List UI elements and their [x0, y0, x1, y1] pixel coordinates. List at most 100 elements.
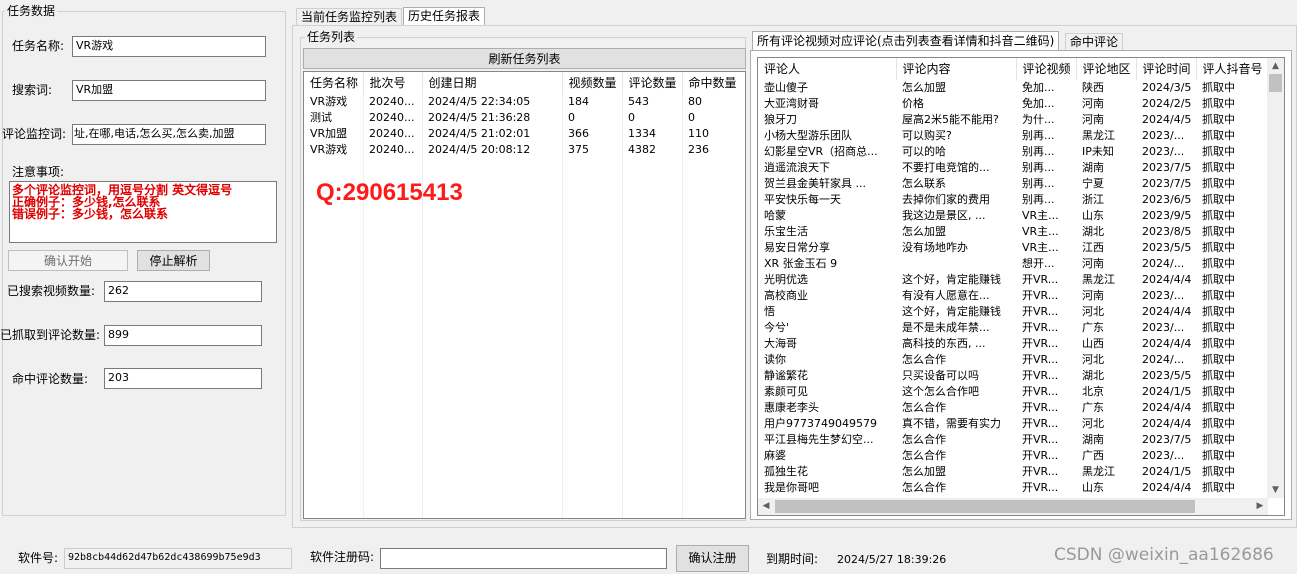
- table-row[interactable]: 高校商业 有没有人愿意在... 开VR... 河南 2023/... 抓取中: [758, 288, 1268, 304]
- fetched-comments-field[interactable]: 899: [104, 325, 262, 346]
- table-cell: 想开...: [1022, 257, 1055, 270]
- table-row[interactable]: 测试 20240... 2024/4/5 21:36:28 0 0 0: [304, 110, 745, 126]
- table-cell: 抓取中: [1202, 209, 1235, 222]
- column-header[interactable]: 评论人: [758, 58, 897, 80]
- comment-horizontal-scrollbar[interactable]: ◀ ▶: [758, 498, 1268, 515]
- scroll-down-icon[interactable]: ▼: [1267, 482, 1284, 498]
- task-list-grid: 任务名称 批次号 创建日期 视频数量 评论数量 命中数量 VR游戏 20240..…: [304, 72, 745, 158]
- table-row[interactable]: 光明优选 这个好，肯定能赚钱 开VR... 黑龙江 2024/4/4 抓取中: [758, 272, 1268, 288]
- table-cell: VR主...: [1022, 241, 1059, 254]
- table-cell: 我这边是景区, ...: [902, 209, 986, 222]
- table-cell: 110: [688, 127, 709, 140]
- hit-comments-field[interactable]: 203: [104, 368, 262, 389]
- tab-hit-comments[interactable]: 命中评论: [1065, 33, 1124, 51]
- column-header[interactable]: 命中数量: [682, 72, 745, 94]
- confirm-register-button[interactable]: 确认注册: [676, 545, 749, 572]
- comment-keywords-label: 评论监控词:: [2, 127, 67, 141]
- table-cell: 山东: [1082, 209, 1104, 222]
- task-list-table[interactable]: 任务名称 批次号 创建日期 视频数量 评论数量 命中数量 VR游戏 20240..…: [303, 71, 746, 519]
- column-header[interactable]: 评论地区: [1076, 58, 1137, 80]
- column-header[interactable]: 评论数量: [622, 72, 683, 94]
- table-row[interactable]: 今兮' 是不是未成年禁... 开VR... 广东 2023/... 抓取中: [758, 320, 1268, 336]
- table-cell: 20240...: [369, 143, 415, 156]
- table-cell: 是不是未成年禁...: [902, 321, 990, 334]
- tab-all-comments[interactable]: 所有评论视频对应评论(点击列表查看详情和抖音二维码): [752, 31, 1060, 51]
- table-row[interactable]: VR游戏 20240... 2024/4/5 20:08:12 375 4382 236: [304, 142, 745, 158]
- table-cell: 2023/7/5: [1142, 433, 1192, 446]
- table-cell: 哈蒙: [764, 209, 786, 222]
- table-row[interactable]: 惠康老李头 怎么合作 开VR... 广东 2024/4/4 抓取中: [758, 400, 1268, 416]
- stop-parse-button[interactable]: 停止解析: [137, 250, 210, 271]
- table-cell: 抓取中: [1202, 449, 1235, 462]
- column-header[interactable]: 评论视频: [1016, 58, 1077, 80]
- scroll-up-icon[interactable]: ▲: [1267, 58, 1284, 74]
- table-row[interactable]: 乐宝生活 怎么加盟 VR主... 湖北 2023/8/5 抓取中: [758, 224, 1268, 240]
- task-name-label: 任务名称:: [12, 39, 65, 53]
- table-cell: 河北: [1082, 417, 1104, 430]
- table-cell: 2024/4/5 20:08:12: [428, 143, 531, 156]
- table-row[interactable]: 用户9773749049579 真不错，需要有实力 开VR... 河北 2024/4/4…: [758, 416, 1268, 432]
- table-row[interactable]: 贺兰县金美轩家具 ... 怎么联系 别再... 宁夏 2023/7/5 抓取中: [758, 176, 1268, 192]
- table-row[interactable]: 素颜可见 这个怎么合作吧 开VR... 北京 2024/1/5 抓取中: [758, 384, 1268, 400]
- scroll-hthumb[interactable]: [775, 500, 1195, 513]
- column-header[interactable]: 评人抖音号: [1196, 58, 1269, 80]
- column-header[interactable]: 评论内容: [896, 58, 1017, 80]
- table-row[interactable]: 悟 这个好，肯定能赚钱 开VR... 河北 2024/4/4 抓取中: [758, 304, 1268, 320]
- table-cell: 抓取中: [1202, 369, 1235, 382]
- tab-history-report[interactable]: 历史任务报表: [403, 7, 486, 26]
- table-row[interactable]: 易安日常分享 没有场地咋办 VR主... 江西 2023/5/5 抓取中: [758, 240, 1268, 256]
- table-cell: 2024/4/5: [1142, 113, 1192, 126]
- scroll-left-icon[interactable]: ◀: [758, 498, 774, 515]
- searched-videos-field[interactable]: 262: [104, 281, 262, 302]
- table-row[interactable]: 静谧繁花 只买设备可以吗 开VR... 湖北 2023/5/5 抓取中: [758, 368, 1268, 384]
- table-row[interactable]: 读你 怎么合作 开VR... 河北 2024/... 抓取中: [758, 352, 1268, 368]
- column-header[interactable]: 评论时间: [1136, 58, 1197, 80]
- table-cell: 黑龙江: [1082, 129, 1115, 142]
- scroll-right-icon[interactable]: ▶: [1252, 498, 1268, 515]
- notes-textarea[interactable]: 多个评论监控词，用逗号分割 英文得逗号 正确例子：多少钱,怎么联系 错误例子：多…: [9, 181, 277, 243]
- table-row[interactable]: 逍遥流浪天下 不要打电竞馆的... 别再... 湖南 2023/7/5 抓取中: [758, 160, 1268, 176]
- table-row[interactable]: 我是你哥吧 怎么合作 开VR... 山东 2024/4/4 抓取中: [758, 480, 1268, 496]
- tab-current-monitor[interactable]: 当前任务监控列表: [296, 8, 403, 26]
- table-row[interactable]: VR加盟 20240... 2024/4/5 21:02:01 366 1334 110: [304, 126, 745, 142]
- comment-list-table[interactable]: 评论人 评论内容 评论视频 评论地区 评论时间 评人抖音号 壶山傻子 怎么加盟 免加…: [757, 57, 1285, 516]
- table-cell: 抓取中: [1202, 177, 1235, 190]
- software-id-field[interactable]: 92b8cb44d62d47b62dc438699b75e9d3: [64, 548, 292, 569]
- search-word-input[interactable]: VR加盟: [72, 80, 266, 101]
- table-cell: 抓取中: [1202, 353, 1235, 366]
- table-row[interactable]: 狼牙刀 屋高2米5能不能用? 为什... 河南 2024/4/5 抓取中: [758, 112, 1268, 128]
- confirm-start-button[interactable]: 确认开始: [8, 250, 128, 271]
- table-cell: 惠康老李头: [764, 401, 819, 414]
- table-cell: 怎么加盟: [902, 465, 946, 478]
- table-row[interactable]: 哈蒙 我这边是景区, ... VR主... 山东 2023/9/5 抓取中: [758, 208, 1268, 224]
- comment-keywords-input[interactable]: 址,在哪,电话,怎么买,怎么卖,加盟: [72, 124, 266, 145]
- scroll-thumb[interactable]: [1269, 74, 1282, 92]
- table-row[interactable]: 麻婆 怎么合作 开VR... 广西 2023/... 抓取中: [758, 448, 1268, 464]
- table-cell: 广东: [1082, 401, 1104, 414]
- comment-vertical-scrollbar[interactable]: ▲ ▼: [1267, 58, 1284, 498]
- table-row[interactable]: 大海哥 高科技的东西, ... 开VR... 山西 2024/4/4 抓取中: [758, 336, 1268, 352]
- table-row[interactable]: 平安快乐每一天 去掉你们家的费用 别再... 浙江 2023/6/5 抓取中: [758, 192, 1268, 208]
- table-cell: 北京: [1082, 385, 1104, 398]
- table-cell: 乐宝生活: [764, 225, 808, 238]
- column-header[interactable]: 创建日期: [422, 72, 563, 94]
- table-cell: 高科技的东西, ...: [902, 337, 986, 350]
- table-row[interactable]: 幻影星空VR（招商总... 可以的哈 别再... IP未知 2023/... 抓取中: [758, 144, 1268, 160]
- table-row[interactable]: VR游戏 20240... 2024/4/5 22:34:05 184 543 80: [304, 94, 745, 110]
- table-row[interactable]: 小杨大型游乐团队 可以购买? 别再... 黑龙江 2023/... 抓取中: [758, 128, 1268, 144]
- table-row[interactable]: XR 张金玉石 9 想开... 河南 2024/... 抓取中: [758, 256, 1268, 272]
- table-cell: 光明优选: [764, 273, 808, 286]
- column-header[interactable]: 任务名称: [304, 72, 364, 94]
- task-name-input[interactable]: VR游戏: [72, 36, 266, 57]
- column-header[interactable]: 批次号: [363, 72, 423, 94]
- table-cell: 开VR...: [1022, 433, 1059, 446]
- table-row[interactable]: 孤独生花 怎么加盟 开VR... 黑龙江 2024/1/5 抓取中: [758, 464, 1268, 480]
- table-row[interactable]: 大亚湾财哥 价格 免加... 河南 2024/2/5 抓取中: [758, 96, 1268, 112]
- csdn-watermark: CSDN @weixin_aa162686: [1054, 545, 1274, 565]
- table-cell: [896, 256, 1016, 272]
- refresh-task-list-button[interactable]: 刷新任务列表: [303, 48, 746, 69]
- register-code-input[interactable]: [380, 548, 667, 569]
- table-row[interactable]: 壶山傻子 怎么加盟 免加... 陕西 2024/3/5 抓取中: [758, 80, 1268, 96]
- column-header[interactable]: 视频数量: [562, 72, 623, 94]
- table-row[interactable]: 平江县梅先生梦幻空... 怎么合作 开VR... 湖南 2023/7/5 抓取中: [758, 432, 1268, 448]
